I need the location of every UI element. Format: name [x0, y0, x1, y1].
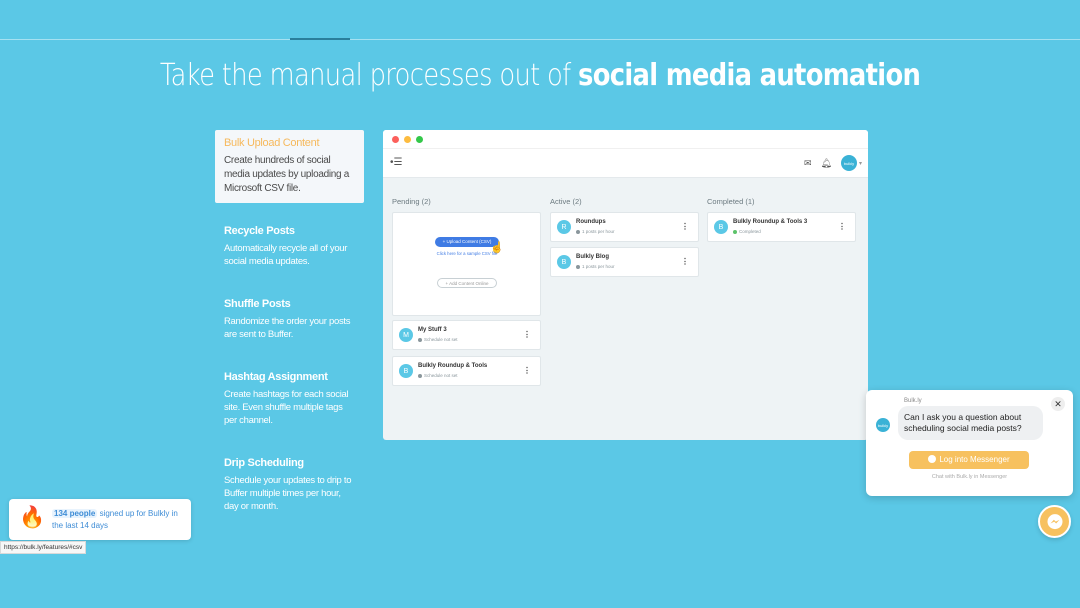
feature-description: Schedule your updates to drip to Buffer …: [224, 475, 352, 512]
avatar: R: [557, 220, 571, 234]
status-dot-icon: [576, 229, 580, 234]
feature-description: Automatically recycle all of your social…: [224, 243, 348, 267]
column-header: Active (2): [550, 197, 582, 206]
avatar: M: [399, 328, 413, 342]
maximize-dot: [416, 135, 423, 143]
card-status: Schedule not set: [418, 373, 458, 378]
status-dot-icon: [733, 229, 737, 234]
minimize-dot: [404, 135, 411, 143]
campaign-card[interactable]: M My Stuff 3 Schedule not set ⋮: [392, 320, 541, 350]
campaign-card[interactable]: B Bulkly Roundup & Tools 3 Completed ⋮: [707, 212, 856, 242]
card-title: Bulkly Roundup & Tools: [418, 363, 488, 369]
signup-count: 134 people: [52, 509, 98, 518]
feature-description: Create hashtags for each social site. Ev…: [224, 389, 349, 426]
feature-item-recycle-posts[interactable]: Recycle Posts Automatically recycle all …: [215, 218, 364, 275]
social-proof-notification: 🔥 134 people signed up for Bulkly in the…: [9, 499, 191, 540]
card-status: 1 posts per hour: [576, 264, 615, 269]
log-into-messenger-button[interactable]: Log into Messenger: [909, 451, 1029, 469]
page-headline: Take the manual processes out of social …: [159, 58, 921, 93]
messenger-icon: [928, 455, 937, 463]
card-title: Bulkly Roundup & Tools 3: [733, 219, 808, 225]
card-status: 1 posts per hour: [576, 229, 615, 234]
messenger-icon: [1047, 513, 1062, 529]
card-title: Roundups: [576, 219, 606, 225]
feature-item-hashtag-assignment[interactable]: Hashtag Assignment Create hashtags for e…: [215, 364, 364, 434]
card-status: Schedule not set: [418, 337, 458, 342]
menu-icon[interactable]: •☰: [390, 157, 402, 168]
feature-title: Drip Scheduling: [224, 457, 304, 469]
sample-csv-link[interactable]: Click here for a sample CSV file: [423, 251, 511, 256]
feature-item-shuffle-posts[interactable]: Shuffle Posts Randomize the order your p…: [215, 291, 364, 348]
column-header: Completed (1): [707, 197, 755, 206]
fire-icon: 🔥: [19, 506, 46, 529]
social-proof-text: 134 people signed up for Bulkly in the l…: [52, 509, 178, 530]
chevron-down-icon[interactable]: ▾: [859, 160, 862, 167]
active-column: Active (2) R Roundups 1 posts per hour ⋮…: [550, 197, 699, 283]
mail-icon[interactable]: ✉: [804, 158, 812, 169]
feature-title: Hashtag Assignment: [224, 371, 328, 383]
feature-title: Recycle Posts: [224, 225, 295, 237]
campaign-card[interactable]: R Roundups 1 posts per hour ⋮: [550, 212, 699, 242]
avatar: B: [557, 255, 571, 269]
status-dot-icon: [576, 264, 580, 269]
card-title: Bulkly Blog: [576, 254, 610, 260]
completed-column: Completed (1) B Bulkly Roundup & Tools 3…: [707, 197, 856, 248]
add-content-online-button[interactable]: + Add Content Online: [437, 278, 497, 288]
header-divider: [0, 39, 1080, 40]
bell-icon[interactable]: 🔔︎: [821, 158, 832, 169]
campaign-card[interactable]: B Bulkly Blog 1 posts per hour ⋮: [550, 247, 699, 277]
pending-column: Pending (2) + Upload Content (CSV) ☝ Cli…: [392, 197, 541, 392]
card-status: Completed: [733, 229, 761, 234]
nav-active-indicator: [290, 38, 350, 40]
feature-title: Bulk Upload Content: [224, 137, 320, 149]
chat-message: Can I ask you a question about schedulin…: [898, 406, 1043, 440]
avatar: B: [399, 364, 413, 378]
kebab-menu-icon[interactable]: ⋮: [523, 366, 531, 375]
user-avatar[interactable]: bulkly: [840, 155, 857, 171]
messenger-launcher-button[interactable]: [1038, 505, 1071, 538]
app-toolbar: •☰ ✉ 🔔︎ bulkly ▾: [383, 148, 868, 178]
toolbar-right: ✉ 🔔︎ bulkly ▾: [804, 155, 862, 171]
card-title: My Stuff 3: [418, 327, 447, 333]
feature-title: Shuffle Posts: [224, 298, 291, 310]
app-preview-window: •☰ ✉ 🔔︎ bulkly ▾ Pending (2) + Upload Co…: [383, 130, 868, 440]
close-icon[interactable]: ✕: [1051, 397, 1065, 411]
chat-avatar: bulkly: [876, 418, 890, 432]
close-dot: [392, 135, 399, 143]
feature-description: Create hundreds of social media updates …: [224, 155, 350, 194]
feature-list: Bulk Upload Content Create hundreds of s…: [215, 130, 364, 538]
status-dot-icon: [418, 373, 422, 378]
chat-sender-name: Bulk.ly: [904, 398, 922, 404]
column-header: Pending (2): [392, 197, 431, 206]
browser-status-url: https://bulk.ly/features/#csv: [0, 541, 87, 554]
feature-item-bulk-upload[interactable]: Bulk Upload Content Create hundreds of s…: [215, 130, 364, 203]
status-dot-icon: [418, 337, 422, 342]
window-titlebar: [383, 130, 868, 148]
kebab-menu-icon[interactable]: ⋮: [681, 222, 689, 231]
campaign-card[interactable]: B Bulkly Roundup & Tools Schedule not se…: [392, 356, 541, 386]
upload-panel: + Upload Content (CSV) ☝ Click here for …: [392, 212, 541, 316]
feature-item-drip-scheduling[interactable]: Drip Scheduling Schedule your updates to…: [215, 450, 364, 520]
feature-description: Randomize the order your posts are sent …: [224, 316, 351, 340]
kebab-menu-icon[interactable]: ⋮: [523, 330, 531, 339]
kebab-menu-icon[interactable]: ⋮: [838, 222, 846, 231]
avatar: B: [714, 220, 728, 234]
messenger-chat-widget: Bulk.ly ✕ bulkly Can I ask you a questio…: [866, 390, 1073, 496]
kebab-menu-icon[interactable]: ⋮: [681, 257, 689, 266]
chat-footer: Chat with Bulk.ly in Messenger: [931, 474, 1008, 480]
